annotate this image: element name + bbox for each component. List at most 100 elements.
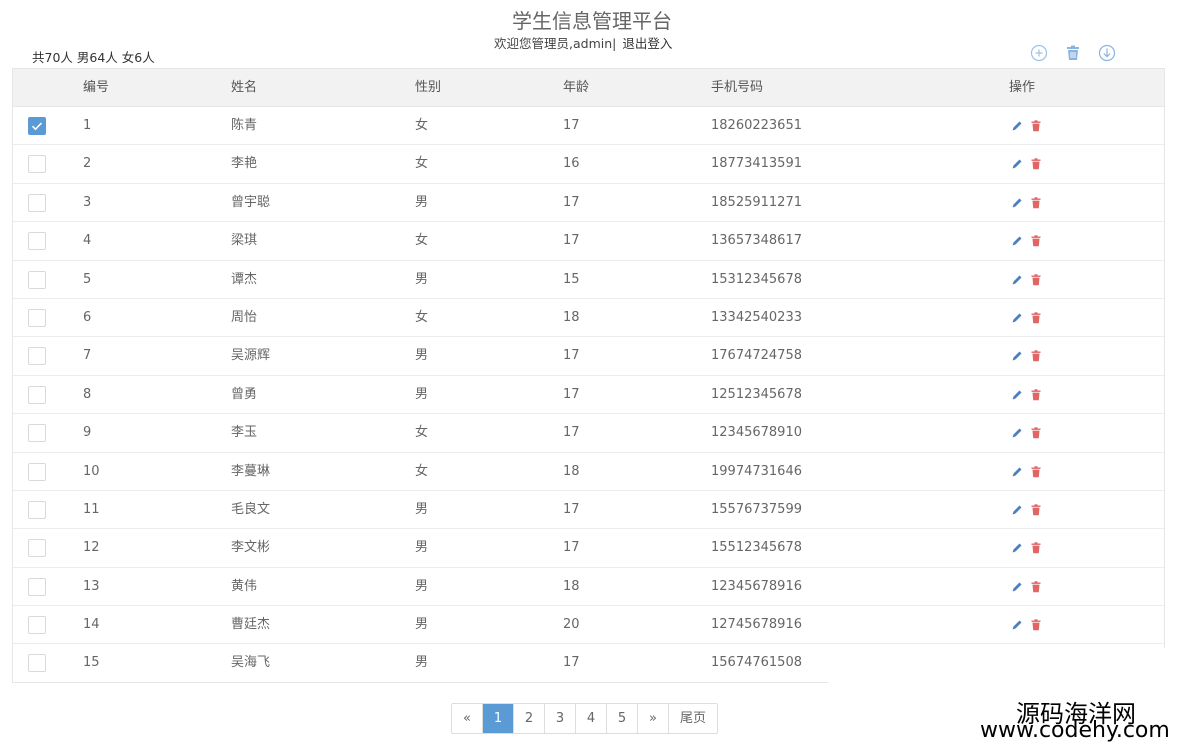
edit-icon[interactable] [1010, 196, 1024, 210]
table-row[interactable]: 3 曾宇聪 男 17 18525911271 [13, 184, 1164, 223]
logout-link[interactable]: 退出登入 [622, 36, 672, 51]
page-2-button[interactable]: 2 [514, 704, 545, 733]
table-row[interactable]: 5 谭杰 男 15 15312345678 [13, 261, 1164, 299]
pagination: « 1 2 3 4 5 » 尾页 [451, 703, 719, 734]
edit-icon[interactable] [1010, 311, 1024, 325]
table-row[interactable]: 4 梁琪 女 17 13657348617 [13, 222, 1164, 261]
cell-sex: 男 [415, 348, 429, 364]
table-row[interactable]: 13 黄伟 男 18 12345678916 [13, 568, 1164, 607]
table-row[interactable]: 7 吴源辉 男 17 17674724758 [13, 337, 1164, 376]
edit-icon[interactable] [1010, 426, 1024, 440]
row-checkbox[interactable] [28, 347, 46, 366]
edit-icon[interactable] [1010, 618, 1024, 632]
add-icon[interactable] [1030, 44, 1048, 62]
edit-icon[interactable] [1010, 465, 1024, 479]
delete-icon[interactable] [1029, 311, 1043, 325]
page-4-button[interactable]: 4 [576, 704, 607, 733]
row-checkbox[interactable] [28, 385, 46, 404]
row-checkbox[interactable] [28, 232, 46, 251]
row-checkbox[interactable] [28, 577, 46, 596]
row-actions [1010, 157, 1043, 171]
row-checkbox[interactable] [28, 308, 46, 327]
cell-age: 17 [563, 118, 580, 133]
delete-icon[interactable] [1029, 465, 1043, 479]
cell-age: 17 [563, 540, 580, 556]
cell-name: 李艳 [231, 156, 258, 172]
edit-icon[interactable] [1010, 503, 1024, 517]
cell-id: 3 [83, 194, 92, 210]
row-checkbox[interactable] [28, 500, 46, 519]
row-checkbox[interactable] [28, 539, 46, 558]
last-page-button[interactable]: 尾页 [669, 704, 717, 733]
col-sex[interactable]: 性别 [415, 69, 441, 107]
cell-sex: 女 [415, 463, 429, 479]
table-row[interactable]: 9 李玉 女 17 12345678910 [13, 414, 1164, 453]
row-actions [1010, 311, 1043, 325]
table-row[interactable]: 11 毛良文 男 17 15576737599 [13, 491, 1164, 530]
row-checkbox[interactable] [28, 424, 46, 443]
col-actions: 操作 [1009, 80, 1036, 95]
delete-icon[interactable] [1029, 157, 1043, 171]
table-row[interactable]: 1 陈青 女 17 18260223651 [13, 107, 1164, 146]
col-age[interactable]: 年龄 [563, 69, 589, 107]
delete-icon[interactable] [1029, 196, 1043, 210]
cell-name: 曹廷杰 [231, 617, 271, 633]
cell-name: 曾勇 [231, 386, 258, 402]
edit-icon[interactable] [1010, 388, 1024, 402]
cell-age: 17 [563, 386, 580, 402]
delete-icon[interactable] [1029, 349, 1043, 363]
cell-sex: 女 [415, 118, 429, 133]
col-id[interactable]: 编号 [83, 69, 109, 107]
trash-icon[interactable] [1064, 44, 1082, 62]
delete-icon[interactable] [1029, 234, 1043, 248]
cell-id: 4 [83, 233, 92, 249]
table-row[interactable]: 2 李艳 女 16 18773413591 [13, 145, 1164, 184]
col-name[interactable]: 姓名 [231, 69, 257, 107]
cell-sex: 男 [415, 655, 429, 671]
edit-icon[interactable] [1010, 580, 1024, 594]
edit-icon[interactable] [1010, 234, 1024, 248]
row-checkbox[interactable] [28, 193, 46, 212]
row-actions [1010, 196, 1043, 210]
prev-page-button[interactable]: « [452, 704, 483, 733]
edit-icon[interactable] [1010, 349, 1024, 363]
table-row[interactable]: 6 周怡 女 18 13342540233 [13, 299, 1164, 338]
table-row[interactable]: 12 李文彬 男 17 15512345678 [13, 529, 1164, 568]
edit-icon[interactable] [1010, 541, 1024, 555]
delete-icon[interactable] [1029, 580, 1043, 594]
row-checkbox[interactable] [28, 654, 46, 673]
page-3-button[interactable]: 3 [545, 704, 576, 733]
cell-age: 17 [563, 194, 580, 210]
cell-name: 梁琪 [231, 233, 258, 249]
delete-icon[interactable] [1029, 541, 1043, 555]
delete-icon[interactable] [1029, 388, 1043, 402]
row-checkbox[interactable] [28, 270, 46, 289]
cell-name: 吴海飞 [231, 655, 271, 671]
cell-phone: 15512345678 [711, 540, 802, 556]
edit-icon[interactable] [1010, 157, 1024, 171]
cell-age: 17 [563, 655, 580, 671]
row-checkbox[interactable] [28, 616, 46, 635]
cell-id: 14 [83, 617, 100, 633]
delete-icon[interactable] [1029, 503, 1043, 517]
edit-icon[interactable] [1010, 119, 1024, 133]
table-row[interactable]: 8 曾勇 男 17 12512345678 [13, 376, 1164, 415]
delete-icon[interactable] [1029, 119, 1043, 133]
row-checkbox[interactable] [28, 462, 46, 481]
table-row[interactable]: 10 李蔓琳 女 18 19974731646 [13, 453, 1164, 491]
page-1-button[interactable]: 1 [483, 704, 514, 733]
cell-sex: 男 [415, 194, 429, 210]
delete-icon[interactable] [1029, 426, 1043, 440]
col-phone[interactable]: 手机号码 [711, 69, 763, 107]
next-page-button[interactable]: » [638, 704, 669, 733]
page-5-button[interactable]: 5 [607, 704, 638, 733]
cell-id: 12 [83, 540, 100, 556]
table-row[interactable]: 14 曹廷杰 男 20 12745678916 [13, 606, 1164, 645]
edit-icon[interactable] [1010, 273, 1024, 287]
cell-name: 毛良文 [231, 501, 271, 517]
download-icon[interactable] [1098, 44, 1116, 62]
row-checkbox[interactable] [28, 155, 46, 174]
delete-icon[interactable] [1029, 273, 1043, 287]
row-checkbox[interactable] [28, 117, 46, 135]
delete-icon[interactable] [1029, 618, 1043, 632]
